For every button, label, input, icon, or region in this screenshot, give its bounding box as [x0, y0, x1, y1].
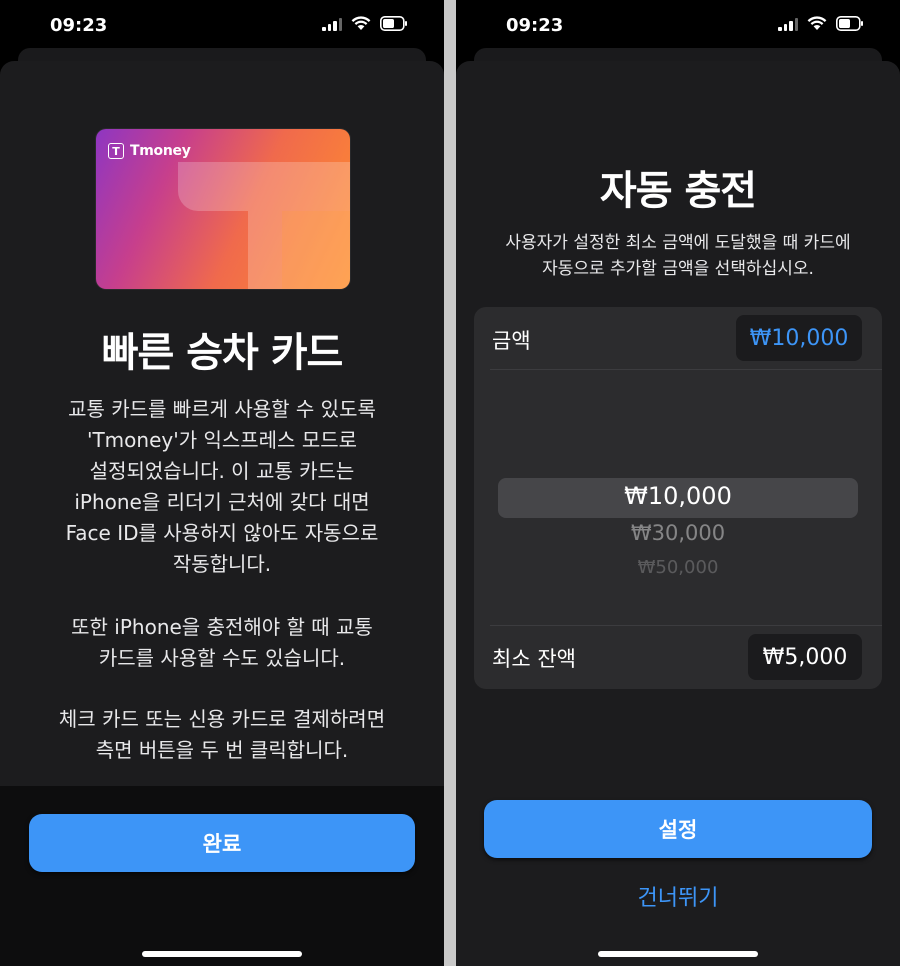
status-bar: 09:23 — [456, 0, 900, 50]
divider — [490, 369, 882, 370]
done-button[interactable]: 완료 — [29, 814, 415, 872]
picker-option-selected[interactable]: ₩10,000 — [474, 482, 882, 510]
min-balance-value-button[interactable]: ₩5,000 — [748, 634, 862, 680]
page-description: 사용자가 설정한 최소 금액에 도달했을 때 카드에 자동으로 추가할 금액을 … — [505, 233, 851, 279]
description-paragraph-1: 교통 카드를 빠르게 사용할 수 있도록 'Tmoney'가 익스프레스 모드로… — [65, 397, 379, 576]
amount-value-button[interactable]: ₩10,000 — [736, 315, 862, 361]
description-paragraph-3: 체크 카드 또는 신용 카드로 결제하려면 측면 버튼을 두 번 클릭합니다. — [58, 707, 386, 762]
picker-option[interactable]: ₩50,000 — [474, 557, 882, 578]
tmoney-logo-icon: T — [108, 143, 124, 159]
amount-label: 금액 — [492, 329, 531, 353]
wifi-icon — [351, 16, 371, 31]
battery-icon — [380, 16, 408, 31]
wifi-icon — [807, 16, 827, 31]
left-screen: 09:23 T Tmoney 빠른 승차 카드 교통 카드를 빠르게 사용할 수… — [0, 0, 444, 966]
home-indicator[interactable] — [598, 951, 758, 957]
picker-option[interactable]: ₩30,000 — [474, 521, 882, 545]
page-title: 자동 충전 — [599, 168, 757, 214]
right-screen: 09:23 자동 충전 사용자가 설정한 최소 금액에 도달했을 때 카드에 자… — [456, 0, 900, 966]
status-time: 09:23 — [50, 15, 108, 36]
description-paragraph-2: 또한 iPhone을 충전해야 할 때 교통 카드를 사용할 수도 있습니다. — [71, 615, 373, 670]
battery-icon — [836, 16, 864, 31]
page-title: 빠른 승차 카드 — [101, 330, 344, 376]
signal-icon — [778, 17, 798, 31]
skip-link[interactable]: 건너뛰기 — [456, 880, 900, 912]
divider — [490, 625, 882, 626]
home-indicator[interactable] — [142, 951, 302, 957]
status-time: 09:23 — [506, 15, 564, 36]
auto-charge-settings: 금액 ₩10,000 ₩10,000 ₩30,000 ₩50,000 최소 잔액… — [474, 307, 882, 689]
tmoney-brand: Tmoney — [130, 143, 191, 159]
tmoney-card: T Tmoney — [96, 129, 350, 289]
tmoney-logo: T Tmoney — [108, 143, 191, 159]
signal-icon — [322, 17, 342, 31]
status-bar: 09:23 — [0, 0, 444, 50]
bottom-bar — [0, 786, 444, 966]
set-button[interactable]: 설정 — [484, 800, 872, 858]
min-balance-label: 최소 잔액 — [492, 647, 576, 671]
